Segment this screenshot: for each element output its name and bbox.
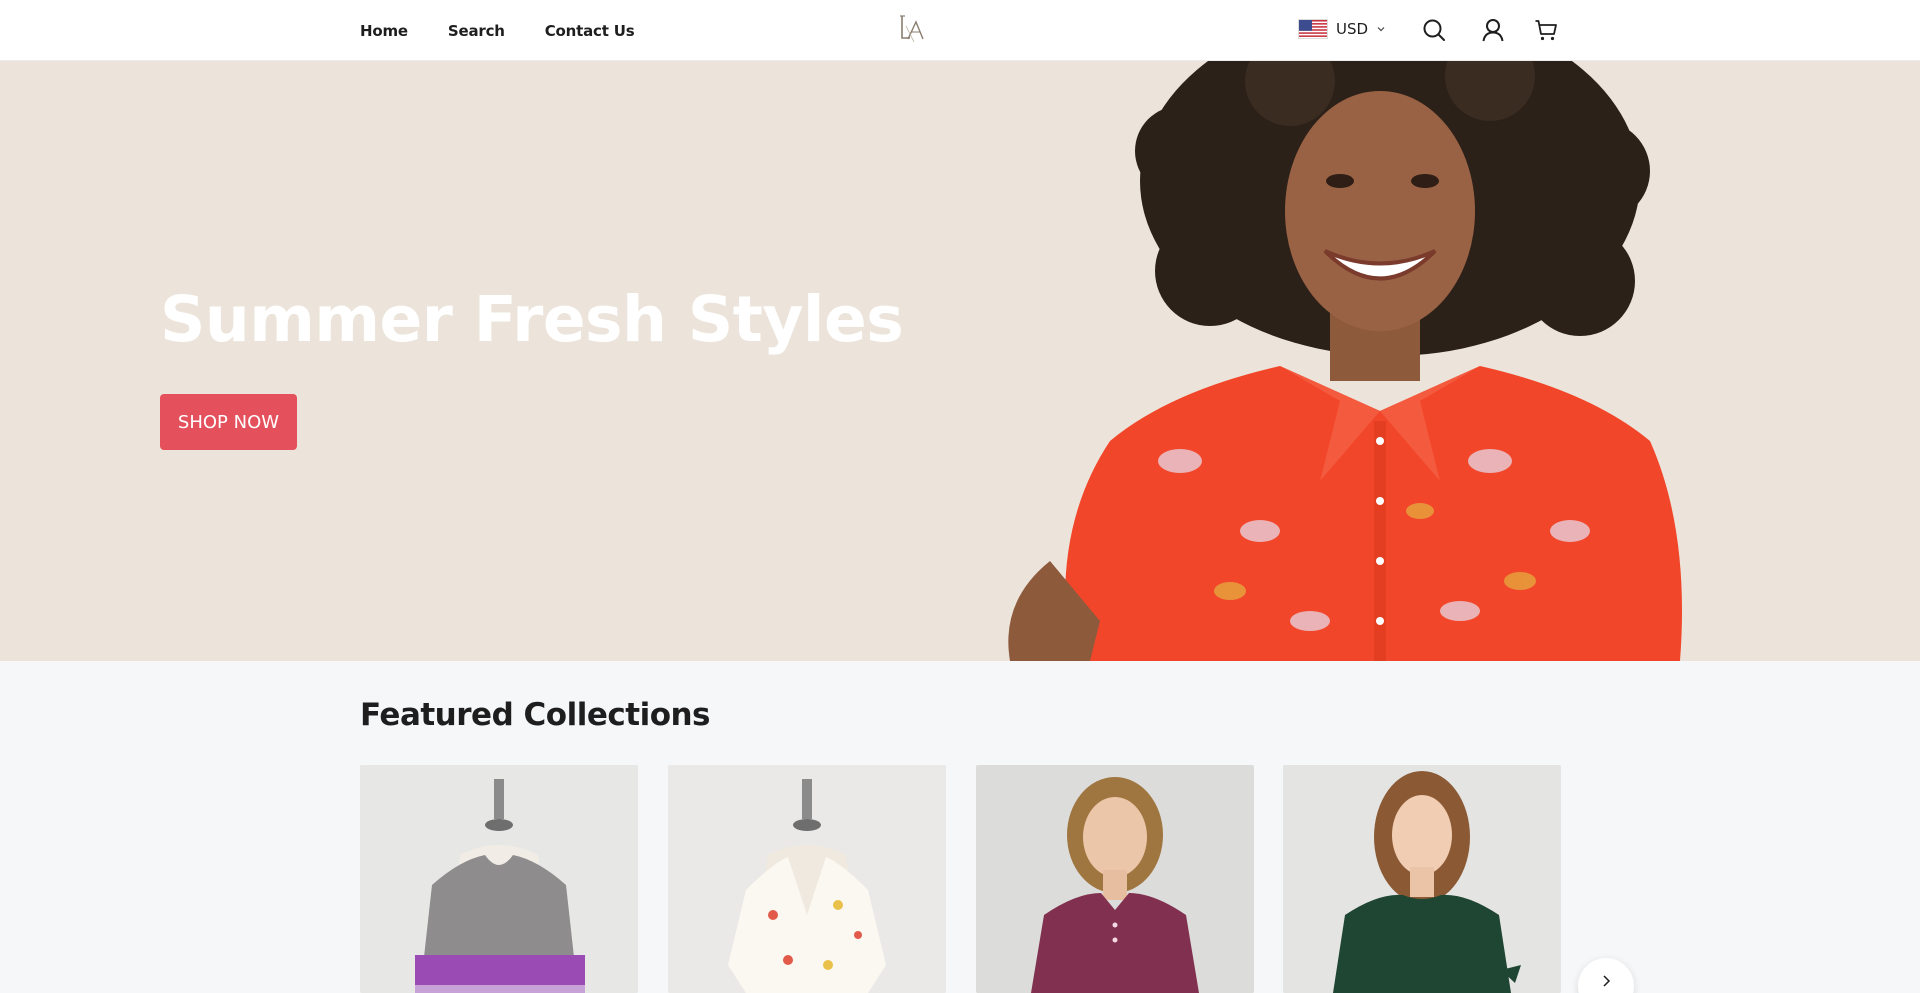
nav-home-link[interactable]: Home	[360, 22, 408, 40]
hero-title: Summer Fresh Styles	[160, 283, 904, 356]
chevron-right-icon	[1603, 975, 1611, 987]
collection-card-image	[668, 765, 946, 993]
currency-code: USD	[1336, 20, 1369, 38]
nav-contact-link[interactable]: Contact Us	[545, 22, 635, 40]
collection-card[interactable]	[360, 765, 638, 993]
collection-card[interactable]	[976, 765, 1254, 993]
featured-collections-title: Featured Collections	[360, 697, 711, 733]
hero-model-image	[1008, 61, 1682, 661]
collection-card-image	[1283, 765, 1561, 993]
collection-card-image	[360, 765, 638, 993]
collection-card[interactable]	[668, 765, 946, 993]
logo-icon	[900, 15, 924, 43]
collection-card-image	[976, 765, 1254, 993]
hero-banner: Summer Fresh Styles SHOP NOW	[0, 61, 1920, 661]
account-icon[interactable]	[1479, 16, 1507, 44]
store-logo[interactable]	[896, 12, 926, 46]
currency-selector[interactable]: USD	[1298, 19, 1386, 39]
shop-now-button[interactable]: SHOP NOW	[160, 394, 297, 450]
chevron-down-icon	[1377, 27, 1385, 32]
search-icon[interactable]	[1420, 16, 1448, 44]
nav-search-link[interactable]: Search	[448, 22, 505, 40]
cart-icon[interactable]	[1532, 16, 1560, 44]
collection-card[interactable]	[1283, 765, 1561, 993]
carousel-next-button[interactable]	[1578, 958, 1634, 993]
site-header: Home Search Contact Us USD	[0, 0, 1920, 61]
main-nav: Home Search Contact Us	[360, 0, 674, 61]
us-flag-icon	[1298, 19, 1328, 39]
